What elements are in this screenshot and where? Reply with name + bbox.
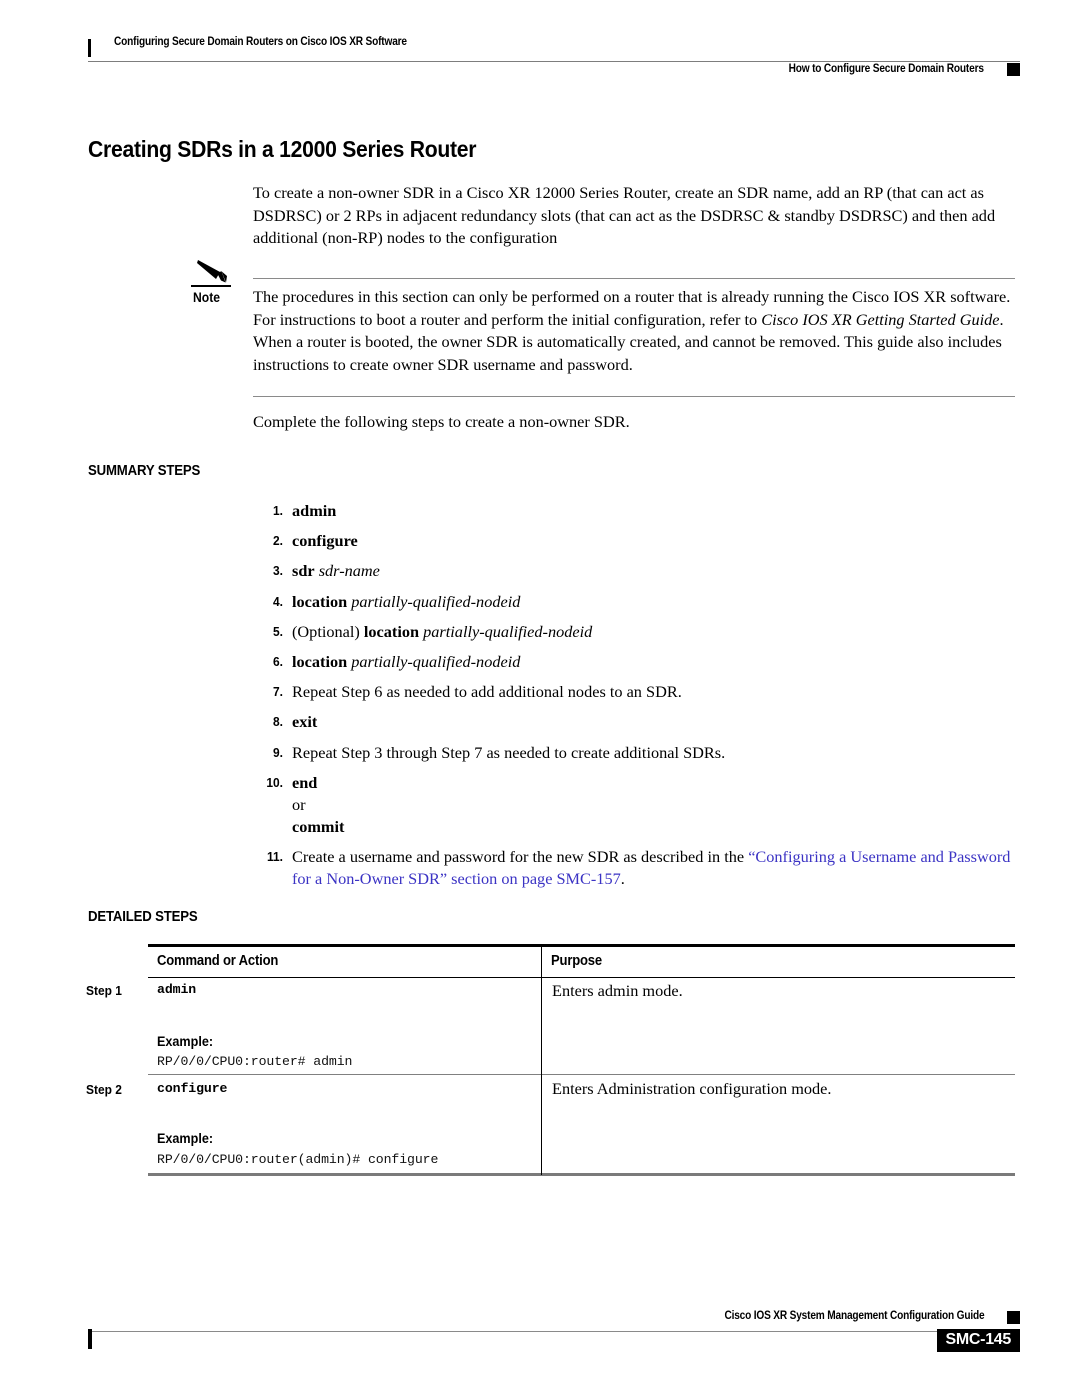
footer-square-marker (1007, 1311, 1020, 1324)
step-number: 2. (273, 533, 283, 549)
summary-steps-heading: SUMMARY STEPS (88, 462, 201, 479)
table-cell-purpose: Enters Administration configuration mode… (552, 1079, 832, 1098)
detailed-steps-heading: DETAILED STEPS (88, 908, 198, 925)
step-text-before: Create a username and password for the n… (292, 846, 749, 866)
list-item: 1. admin (253, 500, 1015, 522)
page-number-badge: SMC-145 (936, 1329, 1020, 1352)
step-prefix: (Optional) (292, 621, 364, 641)
step-text: location partially-qualified-nodeid (292, 651, 1015, 673)
document-page: Configuring Secure Domain Routers on Cis… (0, 0, 1080, 1397)
table-header-border (148, 977, 1015, 978)
list-item: 5. (Optional) location partially-qualifi… (253, 621, 1015, 643)
step-number: 7. (273, 684, 283, 700)
table-cell-example-code: RP/0/0/CPU0:router(admin)# configure (157, 1152, 439, 1167)
summary-steps-list: 1. admin 2. configure 3. sdr sdr-name 4.… (253, 500, 1015, 898)
step-or-label: or (292, 794, 306, 814)
table-row-step-label: Step 1 (86, 983, 122, 998)
step-text: Repeat Step 3 through Step 7 as needed t… (292, 742, 726, 762)
step-argument: partially-qualified-nodeid (423, 621, 593, 641)
note-label: Note (193, 290, 220, 305)
step-text: admin (292, 500, 1015, 522)
table-cell-example-code: RP/0/0/CPU0:router# admin (157, 1054, 353, 1069)
step-number: 6. (273, 653, 283, 669)
table-cell-purpose: Enters admin mode. (552, 981, 683, 1000)
list-item: 9. Repeat Step 3 through Step 7 as neede… (253, 742, 1015, 764)
list-item-step-10: 10. end or commit (253, 772, 1015, 838)
list-item: 2. configure (253, 530, 1015, 552)
note-icon-underline (191, 285, 231, 287)
list-item: 4. location partially-qualified-nodeid (253, 591, 1015, 613)
step-number: 5. (273, 623, 283, 639)
step-number: 10. (266, 774, 283, 790)
table-bottom-border (148, 1173, 1015, 1176)
footer-rule (88, 1331, 1020, 1332)
page-title: Creating SDRs in a 12000 Series Router (88, 136, 477, 162)
list-item: 7. Repeat Step 6 as needed to add additi… (253, 681, 1015, 703)
step-argument: partially-qualified-nodeid (351, 651, 521, 671)
header-section-title: How to Configure Secure Domain Routers (788, 63, 984, 75)
header-square-marker (1007, 63, 1020, 76)
step-command: exit (292, 712, 318, 732)
header-rule (88, 61, 1020, 62)
step-command: location (292, 651, 348, 671)
list-item: 6. location partially-qualified-nodeid (253, 651, 1015, 673)
note-text-italic: Cisco IOS XR Getting Started Guide (761, 309, 1000, 329)
step-command: sdr (292, 561, 315, 581)
table-cell-command: admin (157, 982, 197, 997)
step-text: location partially-qualified-nodeid (292, 591, 1015, 613)
footer-tick-mark (88, 1329, 92, 1349)
note-rule-top (253, 278, 1015, 279)
step-command: admin (292, 501, 337, 520)
step-number: 1. (273, 503, 283, 518)
page-header: Configuring Secure Domain Routers on Cis… (88, 36, 1020, 76)
intro-paragraph: To create a non-owner SDR in a Cisco XR … (253, 183, 996, 247)
header-tick-mark (88, 39, 91, 57)
column-header-command: Command or Action (157, 953, 279, 969)
note-rule-bottom (253, 396, 1015, 397)
column-header-purpose: Purpose (551, 953, 602, 969)
step-command: end (292, 772, 318, 792)
step-argument: sdr-name (318, 561, 380, 581)
table-cell-example-label: Example: (157, 1130, 214, 1146)
step-text: (Optional) location partially-qualified-… (292, 621, 1015, 643)
table-column-divider (541, 944, 542, 1175)
complete-steps-paragraph: Complete the following steps to create a… (253, 412, 630, 431)
pencil-icon (197, 260, 227, 283)
step-number: 8. (273, 714, 283, 730)
table-cell-command: configure (157, 1081, 228, 1096)
step-text: configure (292, 530, 1015, 552)
step-text-after: . (620, 868, 625, 888)
step-number: 11. (267, 848, 283, 864)
step-text: Create a username and password for the n… (292, 846, 1015, 890)
header-chapter-title: Configuring Secure Domain Routers on Cis… (114, 36, 407, 48)
step-command: configure (292, 531, 358, 551)
list-item: 8. exit (253, 711, 1015, 733)
table-cell-example-label: Example: (157, 1033, 214, 1049)
step-number: 9. (273, 744, 283, 760)
step-command: location (292, 591, 348, 611)
footer-guide-title: Cisco IOS XR System Management Configura… (724, 1310, 984, 1322)
step-argument: partially-qualified-nodeid (351, 591, 521, 611)
step-text: sdr sdr-name (292, 560, 1015, 582)
step-number: 4. (273, 593, 283, 609)
step-command-alt: commit (292, 816, 345, 836)
note-text: The procedures in this section can only … (253, 286, 1015, 376)
table-row-step-label: Step 2 (86, 1082, 122, 1097)
list-item-step-11: 11. Create a username and password for t… (253, 846, 1015, 890)
step-number: 3. (273, 563, 283, 579)
page-footer: Cisco IOS XR System Management Configura… (88, 1310, 1020, 1365)
step-text: Repeat Step 6 as needed to add additiona… (292, 682, 682, 702)
table-top-border (148, 944, 1015, 947)
list-item: 3. sdr sdr-name (253, 560, 1015, 582)
step-command: location (363, 621, 420, 641)
table-row-divider (148, 1074, 1015, 1075)
